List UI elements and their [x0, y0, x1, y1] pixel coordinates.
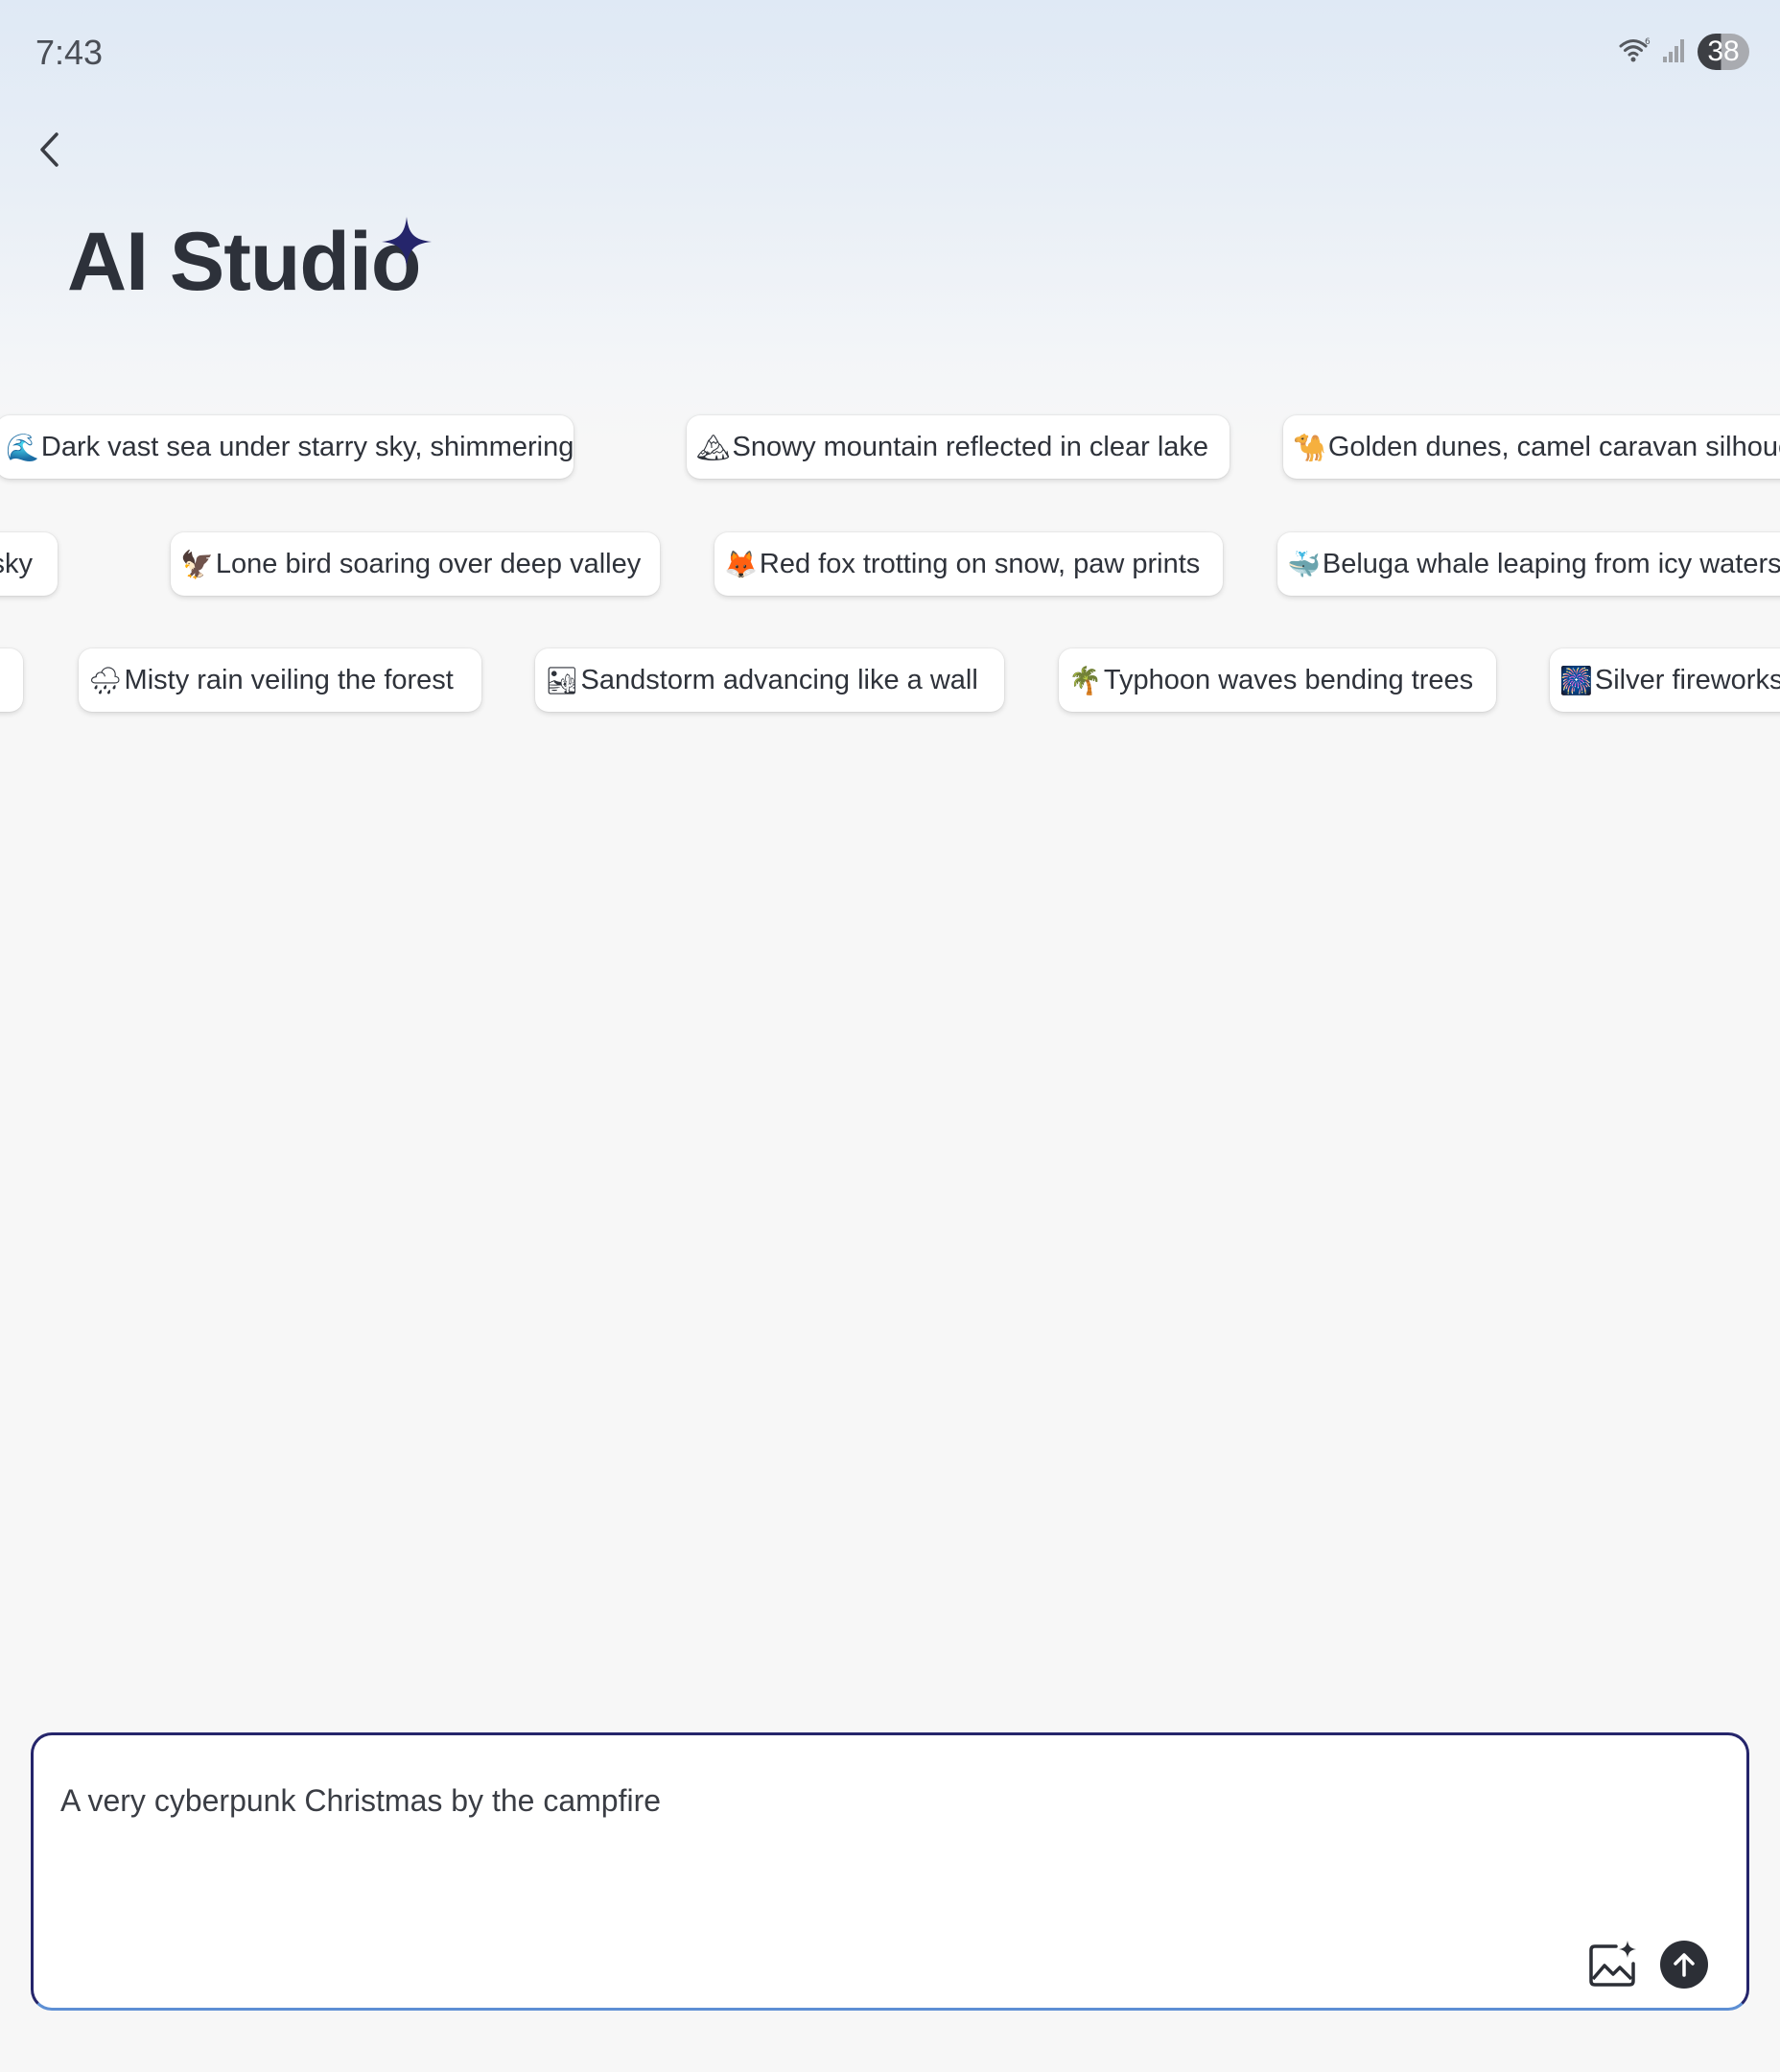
- svg-text:6: 6: [1645, 37, 1651, 47]
- suggestion-chip[interactable]: 🌴 Typhoon waves bending trees: [1059, 648, 1496, 712]
- chip-label: sky: [0, 548, 33, 579]
- page-title: AI Studio: [67, 216, 421, 308]
- suggestion-chip[interactable]: 🐪 Golden dunes, camel caravan silhoue: [1283, 415, 1780, 479]
- suggestion-chip[interactable]: [0, 648, 23, 712]
- suggestion-chip[interactable]: 🦊 Red fox trotting on snow, paw prints: [714, 532, 1223, 596]
- status-time: 7:43: [35, 33, 104, 72]
- chip-emoji: 🏔: [696, 431, 731, 463]
- chip-emoji: 🐪: [1293, 431, 1326, 463]
- suggestion-chip[interactable]: 🌧 Misty rain veiling the forest: [79, 648, 481, 712]
- chip-label: Golden dunes, camel caravan silhoue: [1327, 431, 1780, 462]
- chip-emoji: 🦅: [180, 548, 214, 580]
- suggestion-row-2: sky 🦅 Lone bird soaring over deep valley…: [0, 532, 1780, 598]
- battery-icon: 38: [1698, 34, 1749, 70]
- image-sparkle-icon: [1589, 1941, 1636, 1987]
- suggestion-chip[interactable]: 🏔 Snowy mountain reflected in clear lake: [687, 415, 1230, 479]
- chip-label: Snowy mountain reflected in clear lake: [732, 431, 1209, 462]
- chip-emoji: 🎆: [1559, 664, 1593, 696]
- chip-label: Typhoon waves bending trees: [1103, 664, 1474, 695]
- chip-label: Dark vast sea under starry sky, shimmeri…: [40, 431, 574, 462]
- arrow-up-icon: [1674, 1953, 1695, 1977]
- chip-label: Red fox trotting on snow, paw prints: [759, 548, 1201, 579]
- suggestion-row-1: 🌊 Dark vast sea under starry sky, shimme…: [0, 415, 1780, 481]
- chip-emoji: 🦊: [724, 548, 758, 580]
- wifi-icon: 6: [1619, 35, 1651, 69]
- prompt-input[interactable]: [60, 1778, 1557, 1824]
- send-button[interactable]: [1660, 1941, 1708, 1989]
- chevron-left-icon: [40, 132, 59, 167]
- suggestion-row-3: 🌧 Misty rain veiling the forest 🏜 Sandst…: [0, 648, 1780, 714]
- status-icons: 6 38: [1619, 33, 1749, 71]
- suggestion-chip[interactable]: 🐳 Beluga whale leaping from icy waters: [1277, 532, 1780, 596]
- status-bar: 7:43 6 38: [0, 0, 1780, 106]
- suggestion-chip[interactable]: 🏜 Sandstorm advancing like a wall: [535, 648, 1004, 712]
- title-area: AI Studio: [67, 215, 421, 320]
- suggestion-chip[interactable]: sky: [0, 532, 58, 596]
- chip-emoji: 🏜: [545, 664, 579, 696]
- suggestion-chip[interactable]: 🌊 Dark vast sea under starry sky, shimme…: [0, 415, 574, 479]
- chip-label: Sandstorm advancing like a wall: [580, 664, 978, 695]
- chip-label: Silver fireworks: [1594, 664, 1780, 695]
- prompt-box: [31, 1732, 1749, 2011]
- sparkle-icon: [382, 217, 432, 267]
- chip-emoji: 🌴: [1068, 664, 1102, 696]
- back-button[interactable]: [29, 123, 71, 177]
- image-generate-button[interactable]: [1585, 1937, 1641, 1992]
- suggestion-chip[interactable]: 🦅 Lone bird soaring over deep valley: [171, 532, 660, 596]
- chip-label: Misty rain veiling the forest: [124, 664, 454, 695]
- chip-label: Beluga whale leaping from icy waters: [1322, 548, 1780, 579]
- chip-emoji: 🐳: [1287, 548, 1321, 580]
- chip-emoji: 🌊: [6, 431, 39, 463]
- signal-icon: [1661, 35, 1688, 69]
- chip-label: Lone bird soaring over deep valley: [215, 548, 642, 579]
- chip-emoji: 🌧: [88, 664, 123, 696]
- suggestion-chips: 🌊 Dark vast sea under starry sky, shimme…: [0, 412, 1780, 719]
- suggestion-chip[interactable]: 🎆 Silver fireworks: [1550, 648, 1780, 712]
